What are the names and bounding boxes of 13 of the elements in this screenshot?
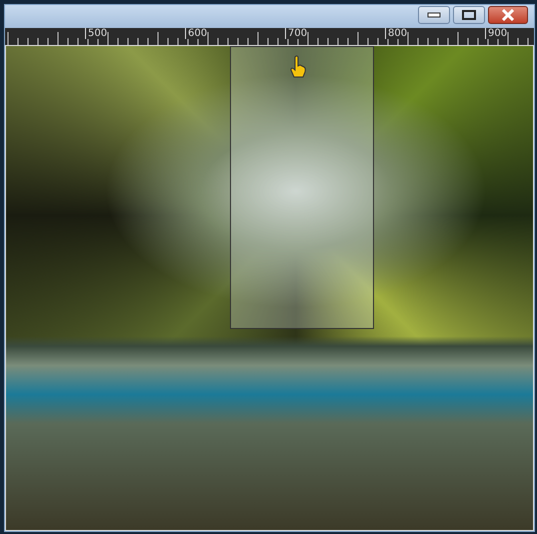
ruler-label: 800	[385, 28, 408, 39]
selection-frame[interactable]	[230, 46, 374, 329]
ruler-label: 500	[85, 28, 108, 39]
minimize-icon	[427, 11, 441, 19]
ruler-label: 600	[185, 28, 208, 39]
ruler-label: 700	[285, 28, 308, 39]
close-icon	[501, 9, 515, 21]
maximize-button[interactable]	[453, 6, 485, 24]
minimize-button[interactable]	[418, 6, 450, 24]
ruler-label: 900	[485, 28, 508, 39]
pointer-hand-icon	[289, 55, 307, 79]
close-button[interactable]	[488, 6, 528, 24]
maximize-icon	[462, 10, 476, 20]
